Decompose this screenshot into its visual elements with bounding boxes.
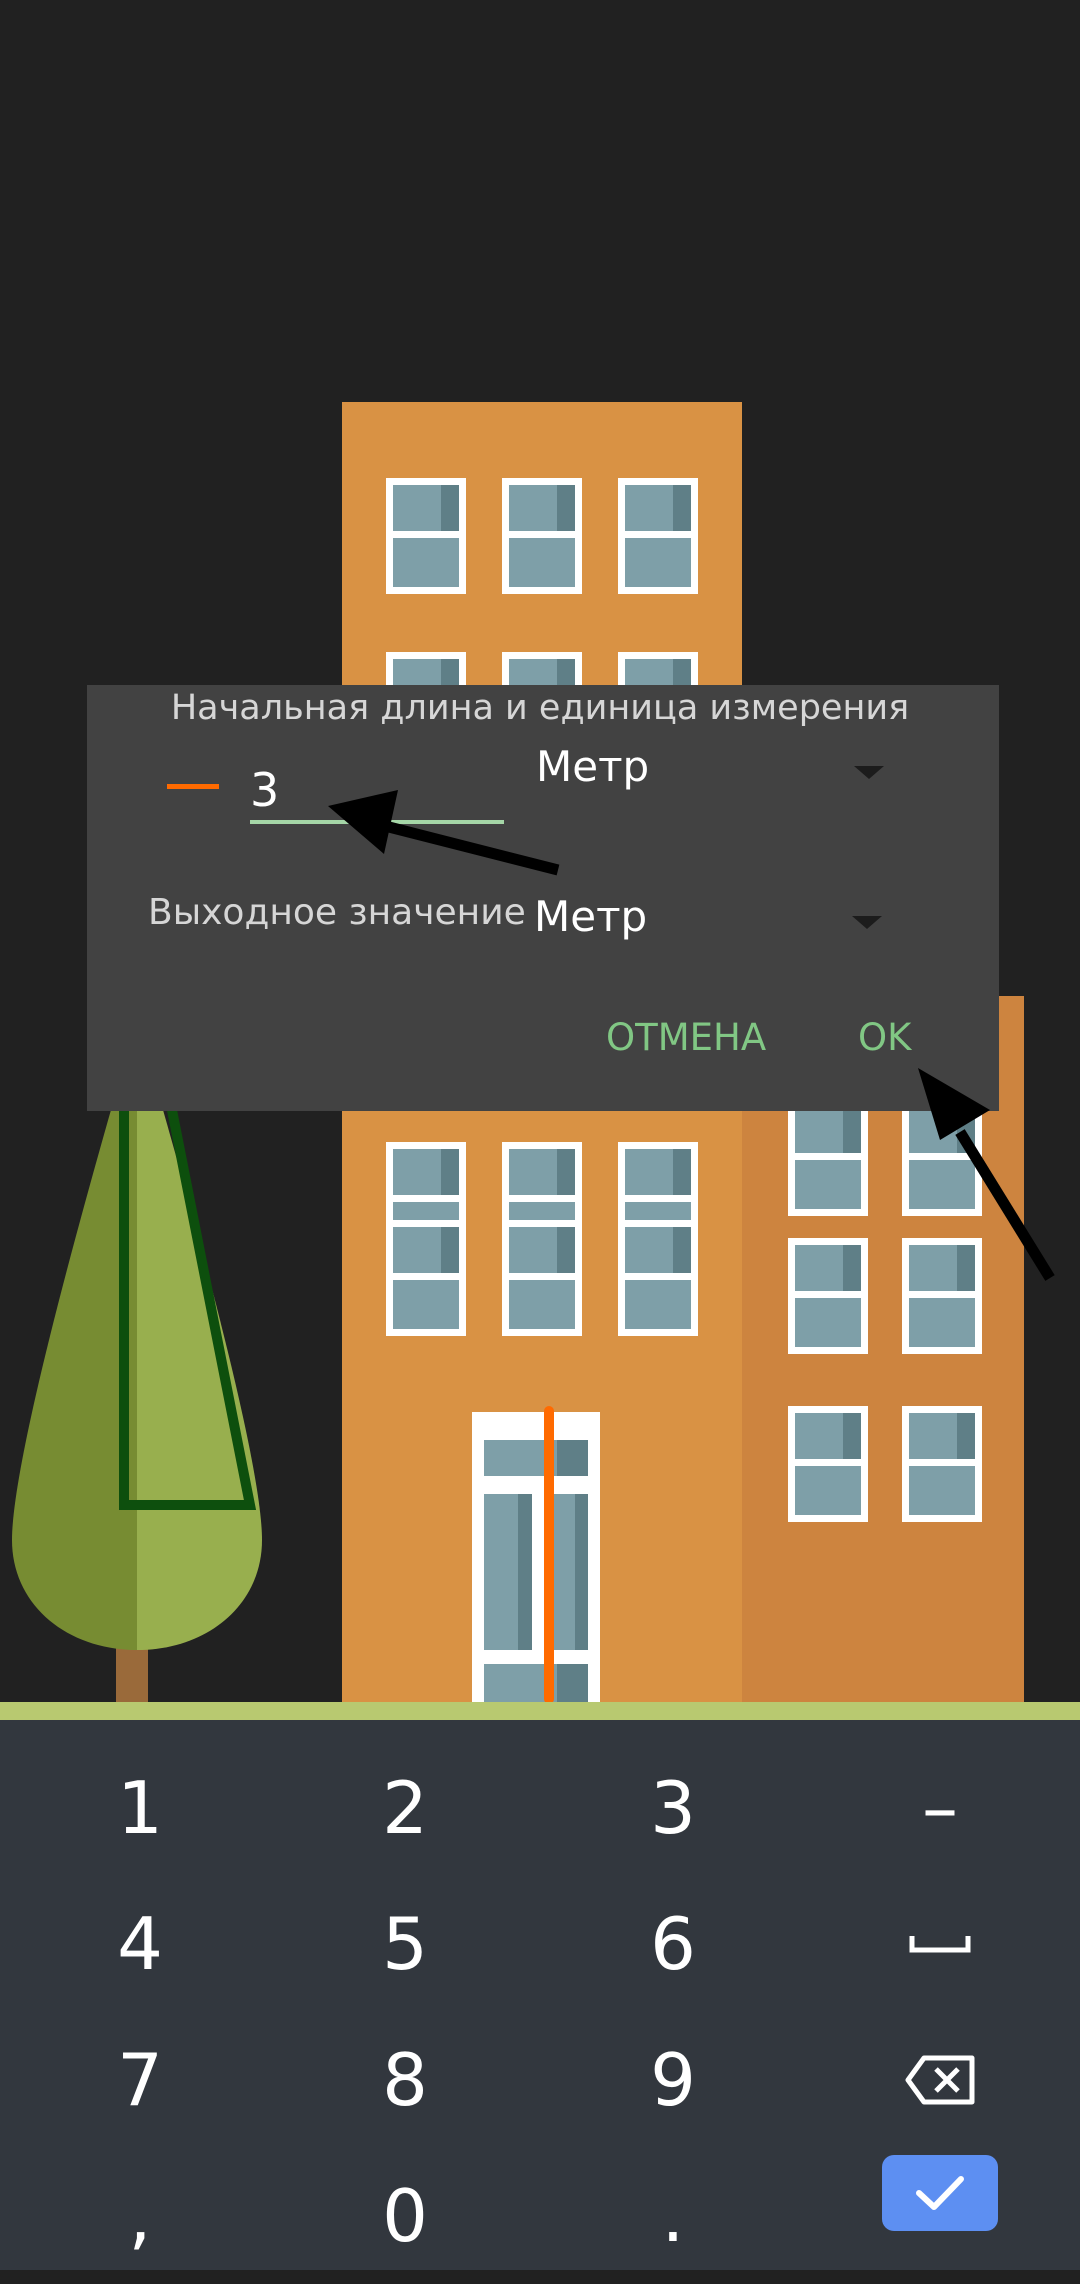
key-comma[interactable]: ,: [5, 2148, 275, 2284]
key-8[interactable]: 8: [270, 2012, 540, 2148]
check-icon: [916, 2176, 964, 2210]
arrow-to-input-icon: [328, 790, 398, 854]
key-period[interactable]: .: [538, 2148, 808, 2284]
key-3[interactable]: 3: [538, 1740, 808, 1876]
key-2[interactable]: 2: [270, 1740, 540, 1876]
space-icon: [909, 1936, 971, 1953]
key-4[interactable]: 4: [5, 1876, 275, 2012]
arrow-to-ok-icon: [918, 1068, 990, 1140]
key-space[interactable]: [805, 1876, 1075, 2012]
key-backspace[interactable]: [805, 2012, 1075, 2148]
enter-button[interactable]: [882, 2155, 998, 2231]
key-0[interactable]: 0: [270, 2148, 540, 2284]
key-1[interactable]: 1: [5, 1740, 275, 1876]
key-6[interactable]: 6: [538, 1876, 808, 2012]
key-9[interactable]: 9: [538, 2012, 808, 2148]
key-5[interactable]: 5: [270, 1876, 540, 2012]
key-minus[interactable]: –: [805, 1740, 1075, 1876]
key-7[interactable]: 7: [5, 2012, 275, 2148]
backspace-icon: [905, 2055, 975, 2105]
